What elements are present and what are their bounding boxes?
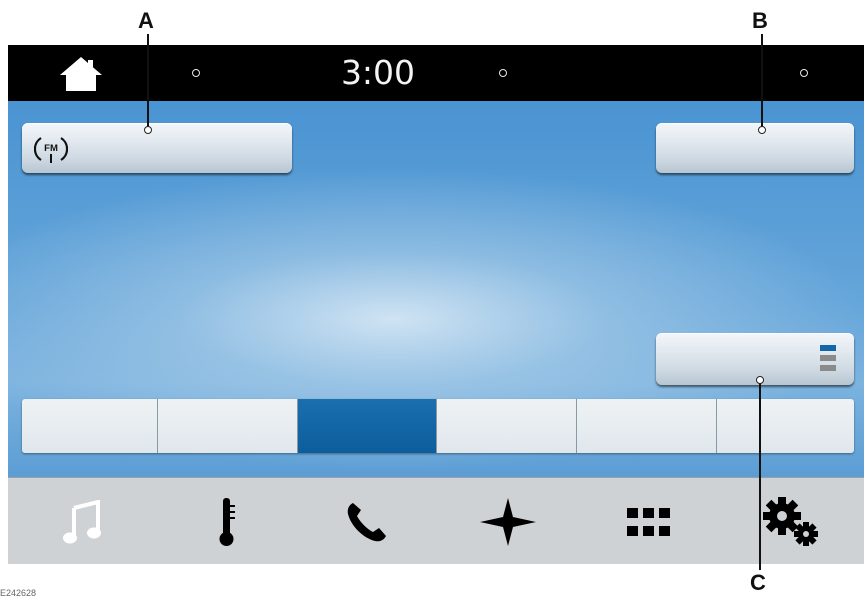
preset-4[interactable] bbox=[437, 399, 577, 453]
callout-c-dot bbox=[756, 376, 764, 384]
nav-apps[interactable] bbox=[578, 478, 719, 564]
nav-phone[interactable] bbox=[297, 478, 437, 564]
preset-1[interactable] bbox=[22, 399, 158, 453]
callout-a-label: A bbox=[138, 8, 154, 33]
touchscreen: 3:00 FM bbox=[8, 45, 864, 564]
preset-3[interactable] bbox=[298, 399, 437, 453]
nav-audio[interactable] bbox=[8, 478, 156, 564]
nav-navigation[interactable] bbox=[437, 478, 578, 564]
phone-icon bbox=[347, 502, 386, 541]
preset-6[interactable] bbox=[717, 399, 854, 453]
preset-2[interactable] bbox=[158, 399, 298, 453]
status-indicator-1 bbox=[192, 69, 200, 77]
nav-climate[interactable] bbox=[156, 478, 297, 564]
svg-text:FM: FM bbox=[44, 143, 58, 154]
presets-list-icon bbox=[820, 345, 838, 373]
callout-b-label: B bbox=[752, 8, 768, 33]
status-indicator-2 bbox=[499, 69, 507, 77]
callout-a-dot bbox=[144, 126, 152, 134]
presets-button[interactable] bbox=[656, 333, 854, 385]
navigation-star-icon bbox=[479, 497, 536, 546]
clock: 3:00 bbox=[340, 53, 416, 92]
status-bar: 3:00 bbox=[8, 45, 864, 101]
callout-c-label: C bbox=[750, 570, 766, 595]
callout-c-leader bbox=[759, 380, 761, 570]
top-right-button[interactable] bbox=[656, 123, 854, 173]
nav-settings[interactable] bbox=[719, 478, 864, 564]
apps-grid-icon bbox=[626, 507, 670, 536]
fm-radio-icon: FM bbox=[34, 137, 68, 163]
bottom-nav-bar bbox=[8, 477, 864, 564]
preset-5[interactable] bbox=[577, 399, 717, 453]
music-note-icon bbox=[63, 499, 101, 543]
settings-gears-icon bbox=[762, 496, 818, 546]
audio-main-area: FM bbox=[8, 101, 864, 477]
source-button[interactable]: FM bbox=[22, 123, 292, 173]
status-indicator-3 bbox=[800, 69, 808, 77]
home-icon[interactable] bbox=[58, 55, 104, 93]
callout-b-leader bbox=[761, 34, 763, 130]
callout-b-dot bbox=[758, 126, 766, 134]
thermometer-icon bbox=[219, 497, 235, 546]
preset-bar bbox=[22, 399, 854, 453]
callout-a-leader bbox=[147, 34, 149, 130]
